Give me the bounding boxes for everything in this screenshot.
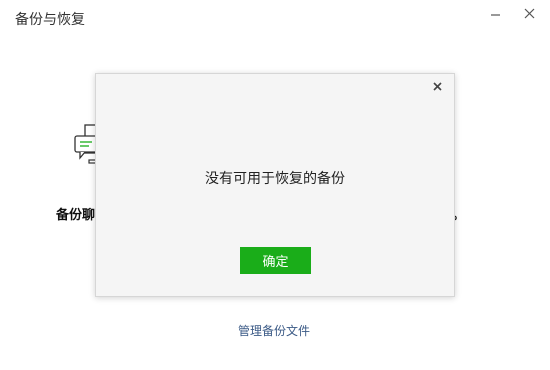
confirm-button[interactable]: 确定: [240, 247, 311, 274]
minimize-button[interactable]: [486, 4, 506, 24]
backup-restore-window: 备份与恢复 备份聊 。 管理备份文件: [0, 0, 550, 370]
close-icon: [433, 82, 442, 91]
manage-backup-files-link[interactable]: 管理备份文件: [238, 322, 310, 339]
backup-chats-label: 备份聊: [56, 208, 96, 223]
no-backup-dialog: 没有可用于恢复的备份 确定: [95, 73, 455, 297]
dialog-close-button[interactable]: [431, 80, 445, 94]
window-title: 备份与恢复: [15, 12, 85, 28]
window-close-button[interactable]: [520, 4, 540, 24]
dialog-message: 没有可用于恢复的备份: [205, 171, 345, 187]
close-icon: [524, 8, 535, 19]
minimize-icon: [491, 14, 500, 16]
